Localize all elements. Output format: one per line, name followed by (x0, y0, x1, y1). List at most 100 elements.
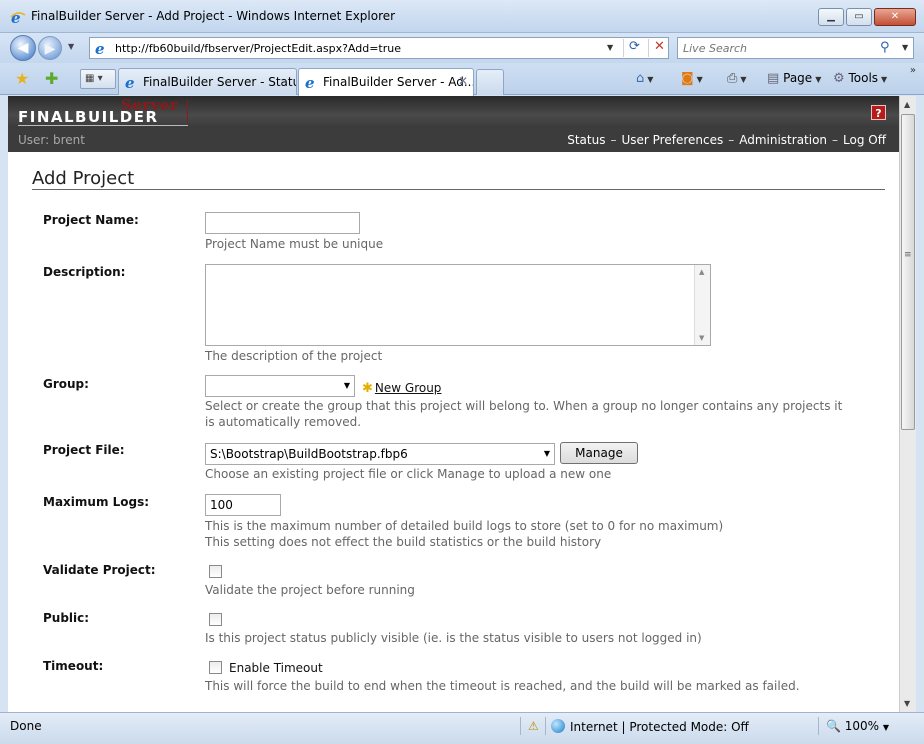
top-nav: Status – User Preferences – Administration – L… (567, 133, 886, 147)
tab-page-icon: e (125, 74, 135, 90)
minimize-button[interactable]: ▁ (818, 8, 844, 26)
new-group-label[interactable]: New Group (375, 381, 442, 395)
enable-timeout-label[interactable]: Enable Timeout (229, 661, 323, 675)
search-input[interactable] (680, 40, 876, 56)
tab-label: FinalBuilder Server - Ad... (323, 75, 474, 89)
tools-menu[interactable]: ⚙ Tools ▼ (833, 71, 887, 86)
search-dropdown-icon[interactable]: ▼ (902, 43, 908, 52)
scroll-up-icon[interactable]: ▲ (904, 100, 910, 109)
add-favorites-icon[interactable]: ✚ (45, 69, 58, 88)
description-textarea[interactable]: ▲ ▼ (205, 264, 711, 346)
feeds-button[interactable]: ◙ ▼ (681, 71, 703, 86)
svg-text:e: e (11, 9, 21, 25)
security-zone[interactable]: Internet | Protected Mode: Off (551, 719, 749, 734)
zoom-dropdown-icon[interactable]: ▼ (883, 723, 889, 732)
tab-add-project[interactable]: e FinalBuilder Server - Ad... ✕ (298, 68, 474, 96)
nav-separator: – (832, 133, 839, 147)
nav-separator: – (728, 133, 735, 147)
description-help: The description of the project (205, 349, 383, 363)
globe-icon (551, 719, 565, 733)
history-dropdown-icon[interactable]: ▼ (68, 42, 74, 51)
maximize-button[interactable]: ▭ (846, 8, 872, 26)
zoom-control[interactable]: 🔍 100% ▼ (826, 719, 889, 733)
svg-text:e: e (305, 74, 315, 90)
manage-button[interactable]: Manage (560, 442, 638, 464)
maximum-logs-help-2: This setting does not effect the build s… (205, 535, 602, 549)
page-menu[interactable]: ▤ Page ▼ (767, 71, 821, 86)
page-title: Add Project (32, 168, 135, 189)
new-group-link[interactable]: ✱ New Group (362, 381, 441, 396)
nav-status-link[interactable]: Status (567, 133, 605, 147)
group-select[interactable]: ▼ (205, 375, 355, 397)
public-checkbox[interactable] (209, 613, 222, 626)
zoom-icon: 🔍 (826, 719, 841, 733)
address-bar[interactable]: e http://fb60build/fbserver/ProjectEdit.… (89, 37, 669, 59)
group-help: Select or create the group that this pro… (205, 399, 843, 429)
tab-row: ★ ✚ ▦ ▾ e FinalBuilder Server - Status e… (0, 63, 924, 96)
status-text: Done (10, 719, 42, 733)
scroll-up-icon[interactable]: ▲ (699, 268, 704, 276)
scroll-down-icon[interactable]: ▼ (699, 334, 704, 342)
chevron-down-icon[interactable]: ▼ (544, 449, 550, 458)
tab-status[interactable]: e FinalBuilder Server - Status (118, 68, 297, 95)
close-tab-icon[interactable]: ✕ (458, 74, 468, 88)
validate-project-checkbox[interactable] (209, 565, 222, 578)
enable-timeout-checkbox[interactable] (209, 661, 222, 674)
tab-label: FinalBuilder Server - Status (143, 75, 297, 89)
page-scrollbar[interactable]: ▲ ≡ ▼ (899, 96, 916, 712)
logo-underline (18, 125, 188, 126)
print-button[interactable]: ⎙ ▼ (727, 71, 747, 86)
project-file-label: Project File: (43, 443, 125, 457)
quick-tabs-button[interactable]: ▦ ▾ (80, 69, 116, 89)
zoom-level: 100% (844, 719, 880, 733)
nav-administration-link[interactable]: Administration (739, 133, 827, 147)
warning-icon[interactable]: ⚠ (528, 719, 539, 733)
stop-icon[interactable]: ✕ (648, 39, 670, 57)
new-star-icon: ✱ (362, 381, 373, 396)
printer-icon: ⎙ (727, 71, 738, 86)
gear-icon: ⚙ (833, 71, 845, 86)
page-content: Server FINALBUILDER ? User: brent Status… (8, 96, 899, 712)
project-file-selected-value: S:\Bootstrap\BuildBootstrap.fbp6 (210, 447, 408, 461)
back-button[interactable]: ◀ (10, 35, 36, 61)
new-tab-button[interactable] (476, 69, 504, 95)
scroll-grip-icon: ≡ (904, 250, 912, 260)
help-icon[interactable]: ? (871, 105, 886, 120)
tools-menu-label: Tools (848, 71, 879, 85)
search-box[interactable]: ⚲ ▼ (677, 37, 914, 59)
project-name-help: Project Name must be unique (205, 237, 384, 251)
nav-user-preferences-link[interactable]: User Preferences (621, 133, 723, 147)
page-menu-label: Page (783, 71, 813, 85)
textarea-scrollbar[interactable]: ▲ ▼ (694, 265, 710, 345)
home-button[interactable]: ⌂ ▼ (636, 71, 653, 86)
scrollbar-thumb[interactable] (901, 114, 915, 430)
timeout-help: This will force the build to end when th… (205, 679, 800, 693)
project-file-select[interactable]: S:\Bootstrap\BuildBootstrap.fbp6 ▼ (205, 443, 555, 465)
maximum-logs-input[interactable] (205, 494, 281, 516)
favorites-star-icon[interactable]: ★ (15, 69, 29, 88)
status-divider (520, 717, 521, 735)
project-name-input[interactable] (205, 212, 360, 234)
address-dropdown-icon[interactable]: ▼ (607, 43, 613, 52)
svg-text:e: e (95, 40, 105, 56)
close-window-button[interactable]: ✕ (874, 8, 916, 26)
search-icon[interactable]: ⚲ (880, 40, 890, 55)
window-titlebar: e FinalBuilder Server - Add Project - Wi… (0, 0, 924, 33)
security-zone-label: Internet | Protected Mode: Off (570, 720, 749, 734)
address-url[interactable]: http://fb60build/fbserver/ProjectEdit.as… (115, 42, 401, 55)
current-user: User: brent (18, 133, 85, 147)
timeout-label: Timeout: (43, 659, 104, 673)
home-icon: ⌂ (636, 71, 645, 86)
window-title: FinalBuilder Server - Add Project - Wind… (31, 9, 396, 23)
validate-project-help: Validate the project before running (205, 583, 415, 597)
refresh-icon[interactable]: ⟳ (623, 39, 645, 57)
public-help: Is this project status publicly visible … (205, 631, 702, 645)
chevron-down-icon[interactable]: ▼ (344, 381, 350, 390)
title-divider (32, 189, 885, 190)
status-bar: Done ⚠ Internet | Protected Mode: Off 🔍 … (0, 712, 924, 744)
chevron-icon[interactable]: » (910, 65, 916, 76)
forward-button[interactable]: ▶ (38, 36, 62, 60)
scroll-down-icon[interactable]: ▼ (904, 699, 910, 708)
page-icon: e (95, 40, 105, 56)
nav-log-off-link[interactable]: Log Off (843, 133, 886, 147)
